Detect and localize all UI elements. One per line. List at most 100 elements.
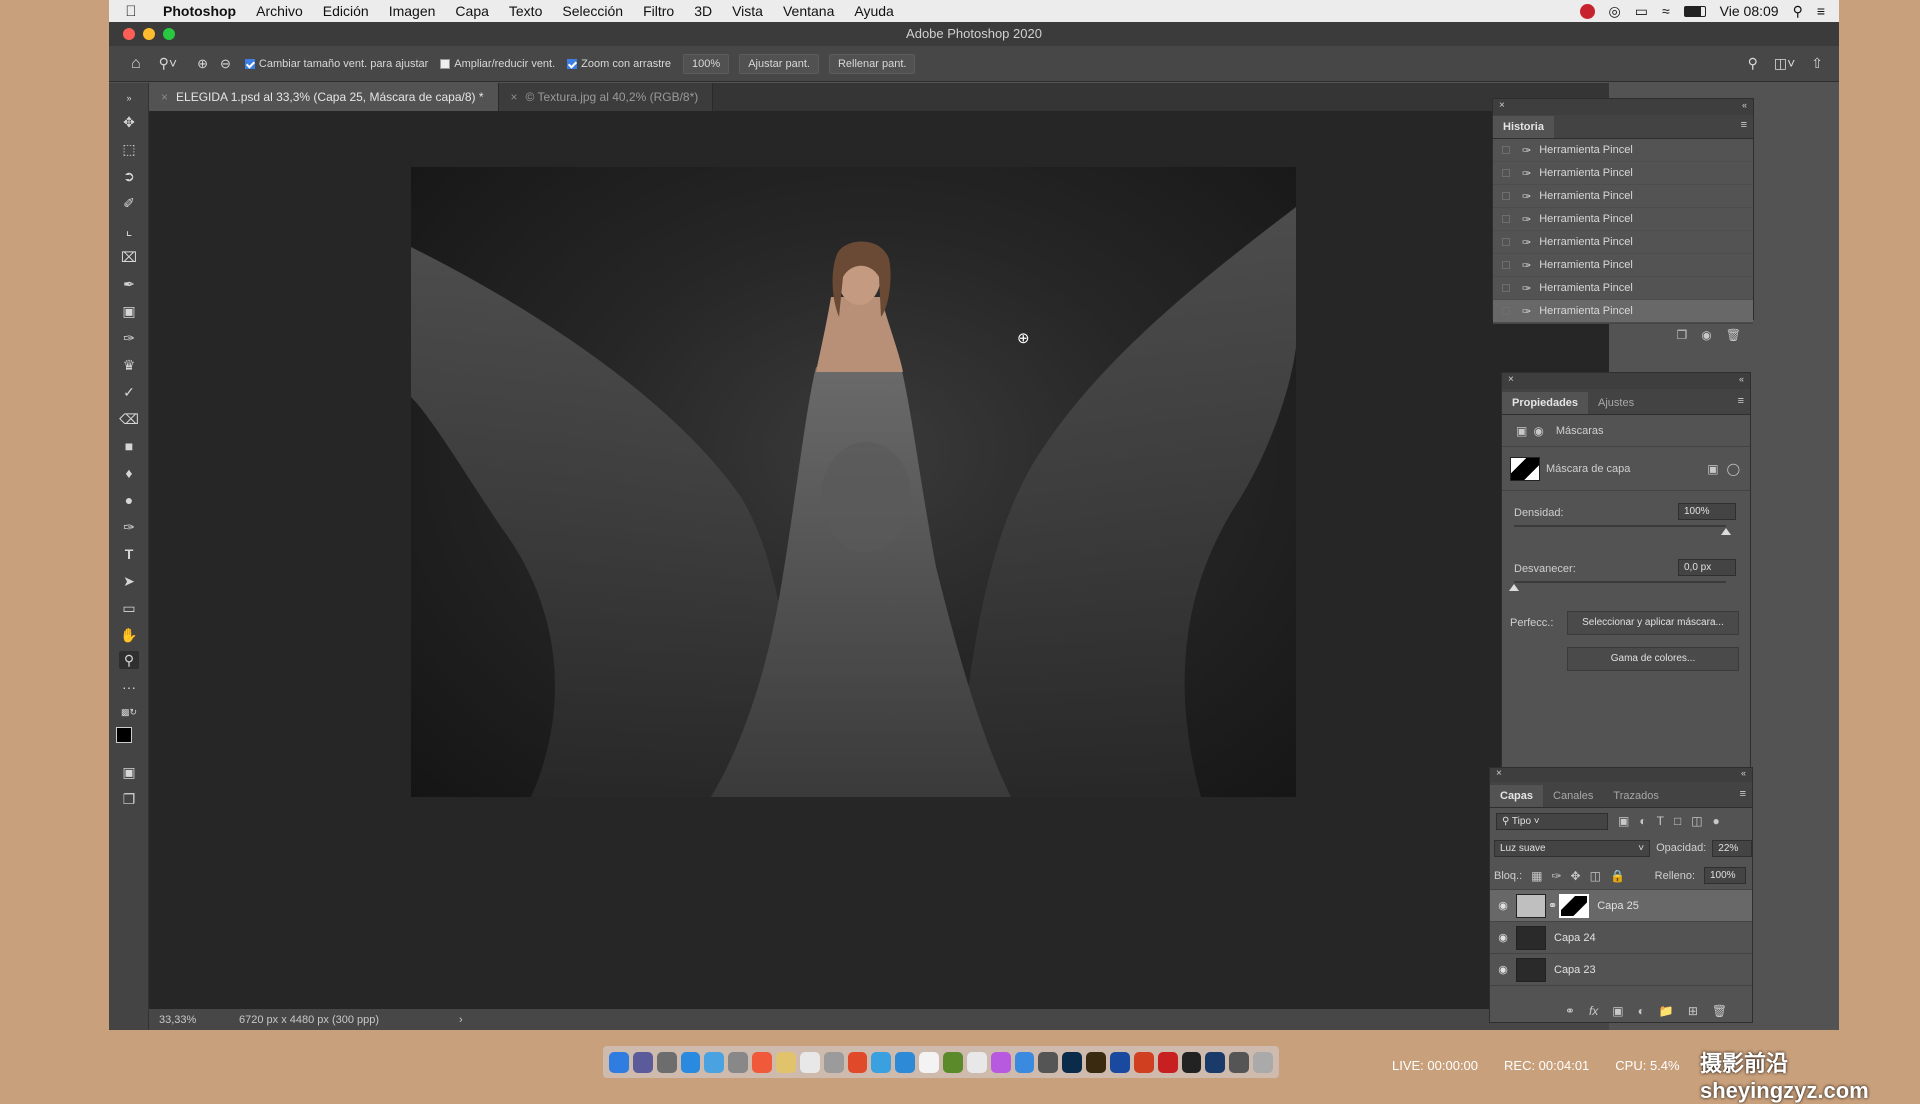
quick-selection-tool-icon[interactable]: ✐ bbox=[119, 194, 139, 212]
dock-app-icon[interactable] bbox=[728, 1051, 749, 1073]
history-item[interactable]: ✑ Herramienta Pincel bbox=[1493, 208, 1753, 231]
filter-type-icon[interactable]: T bbox=[1657, 814, 1664, 828]
vector-mask-icon[interactable]: ◉ bbox=[1533, 424, 1543, 438]
new-group-folder-icon[interactable]: 📁 bbox=[1659, 1004, 1674, 1018]
trash-icon[interactable]: 🗑 bbox=[1726, 328, 1741, 342]
crop-tool-icon[interactable]: ⌞ bbox=[119, 221, 139, 239]
menu-edicion[interactable]: Edición bbox=[313, 3, 379, 19]
pixel-mask-icon[interactable]: ▣ bbox=[1516, 424, 1527, 438]
history-source-checkbox[interactable] bbox=[1502, 146, 1510, 154]
canvas-area[interactable]: ⊕ bbox=[149, 111, 1609, 1009]
history-item[interactable]: ✑ Herramienta Pincel bbox=[1493, 277, 1753, 300]
lock-all-icon[interactable]: 🔒 bbox=[1610, 869, 1625, 883]
dock-app-icon[interactable] bbox=[656, 1051, 677, 1073]
zoom-tool-preset-icon[interactable]: ⚲˅ bbox=[159, 55, 177, 72]
blur-tool-icon[interactable]: ♦ bbox=[119, 464, 139, 482]
zoom-tool-icon[interactable]: ⚲ bbox=[119, 651, 139, 669]
airplay-icon[interactable]: ▭ bbox=[1635, 3, 1648, 20]
collapse-panel-icon[interactable]: « bbox=[1741, 768, 1746, 778]
fill-input[interactable]: 100% bbox=[1704, 867, 1746, 884]
dock-app-icon[interactable] bbox=[799, 1051, 820, 1073]
layer-style-fx-icon[interactable]: fx bbox=[1589, 1004, 1598, 1018]
tab-trazados[interactable]: Trazados bbox=[1603, 785, 1668, 807]
dock-app-icon[interactable] bbox=[704, 1051, 725, 1073]
menu-imagen[interactable]: Imagen bbox=[379, 3, 446, 19]
filter-adjustment-icon[interactable]: ◐ bbox=[1639, 814, 1646, 828]
filter-smart-object-icon[interactable]: ◫ bbox=[1691, 814, 1702, 828]
foreground-color-swatch[interactable] bbox=[116, 727, 132, 743]
lock-pixels-icon[interactable]: ✑ bbox=[1551, 869, 1561, 883]
menu-3d[interactable]: 3D bbox=[684, 3, 722, 19]
zoom-window-button[interactable] bbox=[163, 28, 175, 40]
status-expand-icon[interactable]: › bbox=[459, 1014, 463, 1026]
workspace-icon[interactable]: ◫˅ bbox=[1774, 55, 1795, 72]
hand-tool-icon[interactable]: ✋ bbox=[119, 626, 139, 644]
tab-elegida[interactable]: × ELEGIDA 1.psd al 33,3% (Capa 25, Máscar… bbox=[149, 83, 499, 111]
panel-menu-icon[interactable]: ≡ bbox=[1740, 788, 1746, 800]
dock-app-icon[interactable] bbox=[823, 1051, 844, 1073]
eyedropper-tool-icon[interactable]: ✒ bbox=[119, 275, 139, 293]
layer-row[interactable]: ◉ Capa 24 bbox=[1490, 922, 1752, 954]
lock-position-icon[interactable]: ✥ bbox=[1571, 869, 1581, 883]
lock-transparent-icon[interactable]: ▦ bbox=[1531, 869, 1542, 883]
add-vector-mask-icon[interactable]: ◯ bbox=[1727, 462, 1740, 476]
dock-app-icon[interactable] bbox=[943, 1051, 963, 1073]
dock-app-icon[interactable] bbox=[919, 1051, 940, 1073]
minimize-window-button[interactable] bbox=[143, 28, 155, 40]
dock-app-icon[interactable] bbox=[871, 1051, 892, 1073]
type-tool-icon[interactable]: T bbox=[119, 545, 139, 563]
feather-slider-thumb[interactable] bbox=[1509, 584, 1519, 591]
sync-icon[interactable]: ◎ bbox=[1609, 3, 1621, 20]
default-colors-icon[interactable]: ▩↻ bbox=[119, 703, 139, 721]
quick-mask-icon[interactable]: ▣ bbox=[119, 763, 139, 781]
dock-app-icon[interactable] bbox=[752, 1051, 773, 1073]
history-brush-tool-icon[interactable]: ✓ bbox=[119, 383, 139, 401]
density-slider-track[interactable] bbox=[1514, 525, 1726, 527]
menu-filtro[interactable]: Filtro bbox=[633, 3, 684, 19]
dock-app-icon[interactable] bbox=[1110, 1051, 1130, 1073]
history-source-checkbox[interactable] bbox=[1502, 307, 1510, 315]
feather-input[interactable]: 0,0 px bbox=[1678, 559, 1736, 576]
menu-seleccion[interactable]: Selección bbox=[552, 3, 633, 19]
menu-capa[interactable]: Capa bbox=[445, 3, 498, 19]
spotlight-search-icon[interactable]: ⚲ bbox=[1793, 3, 1803, 20]
zoom-100-button[interactable]: 100% bbox=[683, 53, 730, 74]
trash-icon[interactable]: 🗑 bbox=[1712, 1004, 1727, 1018]
dock-app-icon[interactable] bbox=[1205, 1051, 1226, 1073]
zoom-all-windows-checkbox[interactable]: Ampliar/reducir vent. bbox=[440, 58, 555, 70]
visibility-eye-icon[interactable]: ◉ bbox=[1490, 963, 1516, 976]
dock-app-icon[interactable] bbox=[1086, 1051, 1107, 1073]
menu-photoshop[interactable]: Photoshop bbox=[153, 3, 246, 19]
layer-row[interactable]: ◉ Capa 23 bbox=[1490, 954, 1752, 986]
marquee-tool-icon[interactable]: ⬚ bbox=[119, 140, 139, 158]
close-window-button[interactable] bbox=[123, 28, 135, 40]
wifi-icon[interactable]: ≈ bbox=[1662, 3, 1670, 19]
eraser-tool-icon[interactable]: ⌫ bbox=[119, 410, 139, 428]
home-icon[interactable]: ⌂ bbox=[131, 55, 141, 73]
clock[interactable]: Vie 08:09 bbox=[1720, 3, 1779, 19]
collapse-panel-icon[interactable]: « bbox=[1739, 374, 1744, 384]
close-tab-icon[interactable]: × bbox=[161, 90, 168, 104]
link-layers-icon[interactable]: ⚭ bbox=[1565, 1004, 1575, 1018]
history-source-checkbox[interactable] bbox=[1502, 284, 1510, 292]
filter-toggle-icon[interactable]: ● bbox=[1713, 814, 1720, 828]
dock-app-icon[interactable] bbox=[609, 1051, 629, 1073]
clone-stamp-tool-icon[interactable]: ♛ bbox=[119, 356, 139, 374]
frame-tool-icon[interactable]: ⌧ bbox=[119, 248, 139, 266]
blend-mode-select[interactable]: Luz suave ˅ bbox=[1494, 839, 1651, 857]
density-slider-thumb[interactable] bbox=[1721, 528, 1731, 535]
layer-row[interactable]: ◉ ⚭ Capa 25 bbox=[1490, 890, 1752, 922]
history-source-checkbox[interactable] bbox=[1502, 215, 1510, 223]
close-tab-icon[interactable]: × bbox=[511, 90, 518, 104]
more-tools-icon[interactable]: ··· bbox=[119, 678, 139, 696]
tab-textura[interactable]: × © Textura.jpg al 40,2% (RGB/8*) bbox=[498, 83, 714, 111]
path-selection-tool-icon[interactable]: ➤ bbox=[119, 572, 139, 590]
document-image[interactable] bbox=[411, 167, 1296, 797]
scrubby-zoom-checkbox[interactable]: Zoom con arrastre bbox=[567, 58, 671, 70]
notification-center-icon[interactable]: ≡ bbox=[1817, 3, 1825, 19]
dock-app-icon[interactable] bbox=[847, 1051, 868, 1073]
history-item[interactable]: ✑ Herramienta Pincel bbox=[1493, 300, 1753, 323]
select-and-mask-button[interactable]: Seleccionar y aplicar máscara... bbox=[1567, 611, 1739, 635]
tab-canales[interactable]: Canales bbox=[1543, 785, 1603, 807]
fit-screen-button[interactable]: Ajustar pant. bbox=[739, 53, 819, 74]
